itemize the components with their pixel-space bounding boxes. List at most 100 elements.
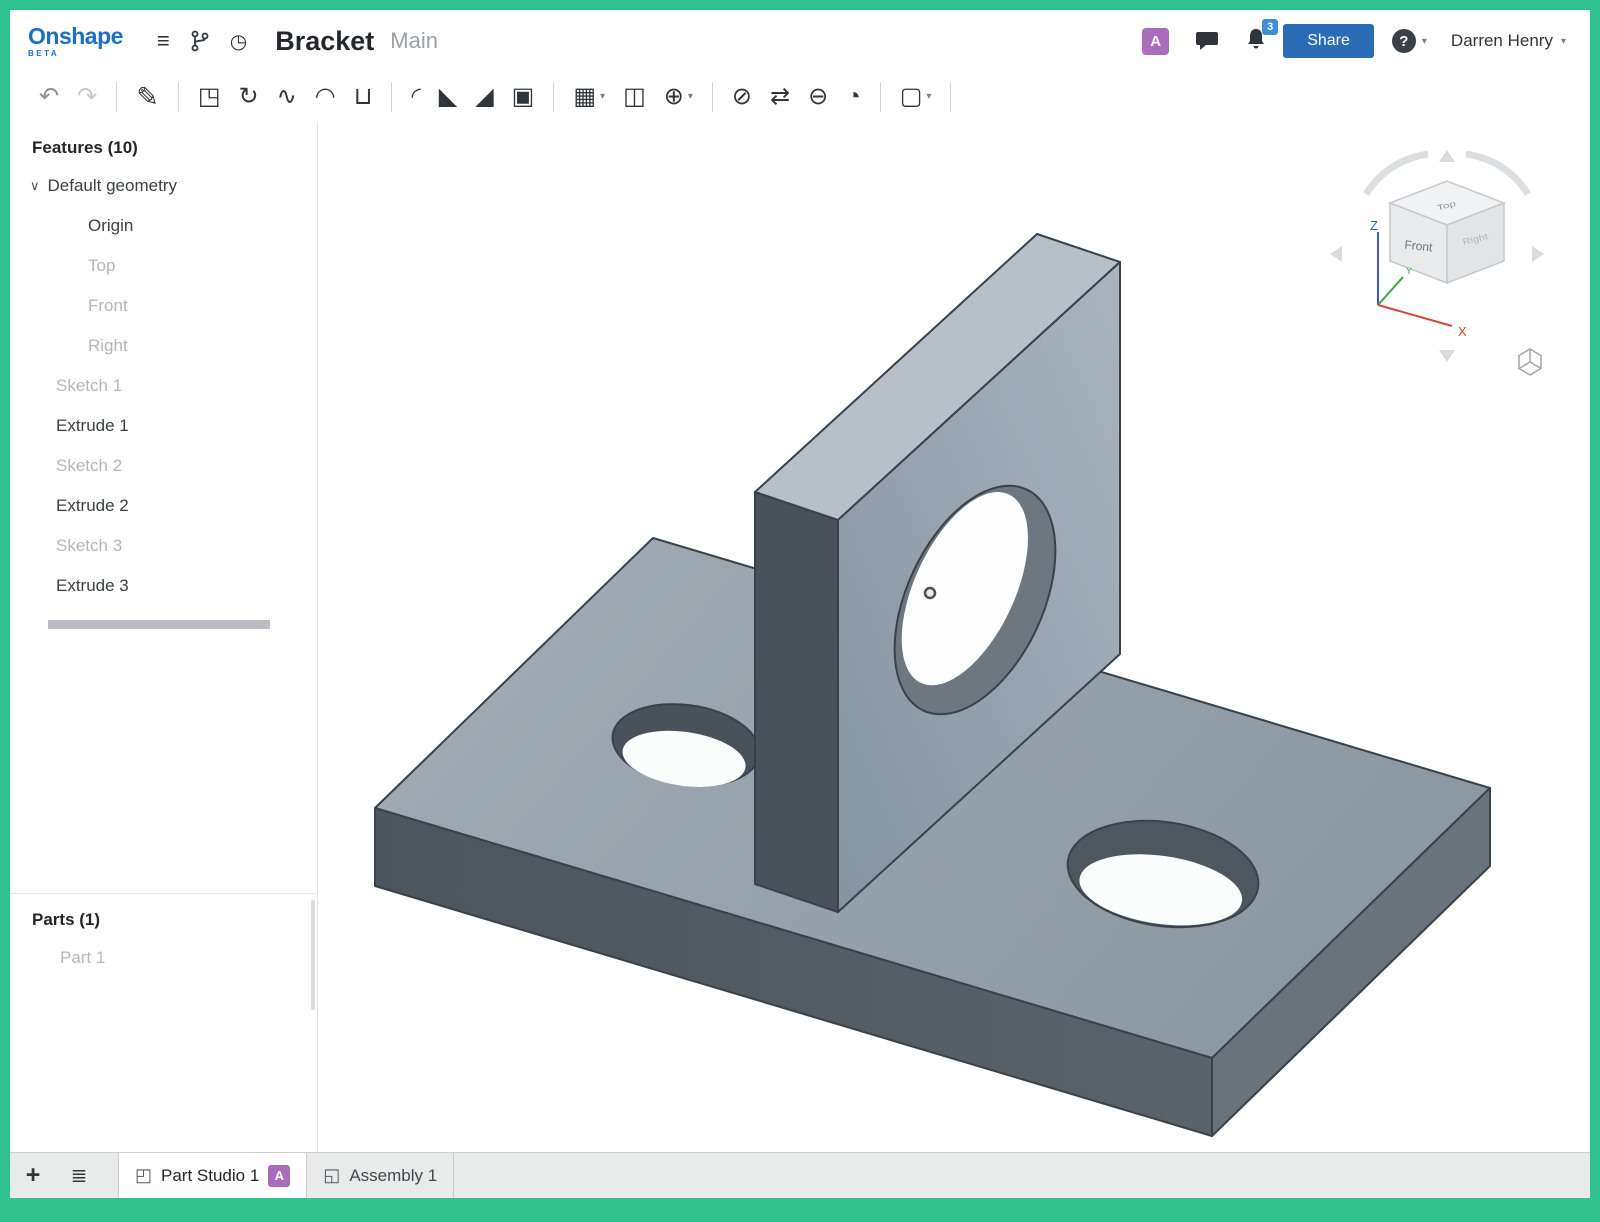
draft-icon: ◢: [475, 85, 493, 109]
bracket-model-canvas[interactable]: Top Front Right Z Y X: [318, 122, 1590, 1152]
tree-item-label: Origin: [88, 216, 133, 236]
modify-fillet-button[interactable]: ◔: [837, 83, 870, 111]
tab-part-studio-1[interactable]: ◰ Part Studio 1 A: [118, 1153, 307, 1198]
share-button[interactable]: Share: [1283, 24, 1374, 58]
redo-button[interactable]: ↷: [68, 83, 106, 111]
tree-item-label: Sketch 1: [56, 376, 122, 396]
tree-item-label: Extrude 2: [56, 496, 129, 516]
shell-button[interactable]: ▣: [503, 83, 544, 111]
rollback-bar[interactable]: [48, 620, 270, 629]
document-title: Bracket: [275, 26, 374, 57]
view-cube-front-label: Front: [1404, 238, 1434, 255]
comment-button[interactable]: [1185, 26, 1229, 56]
tree-item-label: Extrude 3: [56, 576, 129, 596]
insert-icon: ▢: [900, 85, 923, 109]
delete-part-button[interactable]: ⊖: [799, 83, 837, 111]
toolbar-separator: [712, 82, 713, 112]
parts-item-part-1[interactable]: Part 1: [10, 938, 317, 978]
tree-item-front-plane[interactable]: Front: [10, 286, 317, 326]
tree-item-label: Front: [88, 296, 128, 316]
draft-button[interactable]: ◢: [466, 83, 502, 111]
toolbar-separator: [880, 82, 881, 112]
transform-button[interactable]: ⇄: [761, 83, 799, 111]
user-menu[interactable]: Darren Henry ▾: [1445, 30, 1572, 52]
y-axis-label: Y: [1406, 266, 1412, 276]
x-axis-label: X: [1458, 324, 1467, 339]
boolean-dropdown-caret: ▾: [688, 92, 693, 102]
plus-icon: +: [26, 1161, 41, 1190]
tree-item-default-geometry[interactable]: ∨ Default geometry: [10, 166, 317, 206]
user-caret-icon: ▾: [1561, 36, 1566, 47]
chamfer-button[interactable]: ◣: [430, 83, 466, 111]
insert-button[interactable]: ▢ ▾: [891, 83, 941, 111]
avatar[interactable]: A: [1142, 28, 1169, 55]
split-button[interactable]: ⊘: [723, 83, 761, 111]
versions-button[interactable]: [180, 26, 220, 56]
tree-item-label: Sketch 3: [56, 536, 122, 556]
tree-item-extrude-1[interactable]: Extrude 1: [10, 406, 317, 446]
tree-item-sketch-1[interactable]: Sketch 1: [10, 366, 317, 406]
tree-item-label: Default geometry: [48, 176, 177, 196]
main-content: Features (10) ∨ Default geometry Origin …: [10, 122, 1590, 1152]
tree-item-label: Sketch 2: [56, 456, 122, 476]
tab-manager-button[interactable]: ≣: [56, 1153, 102, 1198]
features-header: Features (10): [10, 138, 317, 166]
workspace-name: Main: [390, 28, 438, 54]
toolbar-separator: [950, 82, 951, 112]
redo-icon: ↷: [77, 85, 97, 109]
notifications-button[interactable]: 3: [1245, 27, 1267, 56]
tree-item-extrude-2[interactable]: Extrude 2: [10, 486, 317, 526]
model-viewport[interactable]: Top Front Right Z Y X: [318, 122, 1590, 1152]
tree-item-origin[interactable]: Origin: [10, 206, 317, 246]
tree-item-label: Right: [88, 336, 128, 356]
onshape-logo[interactable]: Onshape BETA: [28, 25, 123, 58]
bottom-tab-bar: + ≣ ◰ Part Studio 1 A ◱ Assembly 1: [10, 1152, 1590, 1198]
fillet-icon: ◜: [411, 85, 420, 109]
modify-fillet-icon: ◔: [846, 85, 861, 109]
help-icon: ?: [1392, 29, 1416, 53]
tree-item-right-plane[interactable]: Right: [10, 326, 317, 366]
parts-section: Parts (1) Part 1: [10, 893, 317, 978]
tab-assembly-1[interactable]: ◱ Assembly 1: [307, 1153, 454, 1198]
toolbar-separator: [178, 82, 179, 112]
tree-item-top-plane[interactable]: Top: [10, 246, 317, 286]
main-menu-button[interactable]: ≡: [147, 24, 180, 58]
sweep-button[interactable]: ∿: [268, 83, 306, 111]
fillet-button[interactable]: ◜: [402, 83, 429, 111]
revolve-icon: ↻: [239, 85, 259, 109]
extrude-icon: ◳: [198, 85, 221, 109]
chamfer-icon: ◣: [439, 85, 457, 109]
linear-pattern-icon: ▦: [573, 85, 596, 109]
iso-view-button[interactable]: [1519, 349, 1541, 375]
tree-item-extrude-3[interactable]: Extrude 3: [10, 566, 317, 606]
tree-item-sketch-3[interactable]: Sketch 3: [10, 526, 317, 566]
thicken-icon: ⊔: [354, 85, 373, 109]
part-item-label: Part 1: [60, 948, 105, 968]
pattern-dropdown-caret: ▾: [600, 92, 605, 102]
tab-list-icon: ≣: [71, 1163, 88, 1188]
panel-scrollbar[interactable]: [311, 900, 315, 1010]
revolve-button[interactable]: ↻: [230, 83, 268, 111]
origin-marker: [925, 588, 935, 598]
undo-button[interactable]: ↶: [30, 83, 68, 111]
history-button[interactable]: ◷: [220, 25, 257, 58]
plate-left-face: [755, 492, 838, 912]
view-cube[interactable]: Top Front Right Z Y X: [1330, 150, 1544, 375]
logo-beta-label: BETA: [28, 50, 123, 58]
add-tab-button[interactable]: +: [10, 1153, 56, 1198]
clock-icon: ◷: [230, 29, 247, 54]
sketch-button[interactable]: ✎: [127, 82, 168, 113]
top-bar: Onshape BETA ≡ ◷ Bracket Main A 3 Sha: [10, 10, 1590, 72]
thicken-button[interactable]: ⊔: [345, 83, 382, 111]
bracket-model[interactable]: [375, 234, 1490, 1136]
tree-item-sketch-2[interactable]: Sketch 2: [10, 446, 317, 486]
help-button[interactable]: ? ▾: [1390, 27, 1429, 55]
mirror-button[interactable]: ◫: [614, 83, 655, 111]
extrude-button[interactable]: ◳: [189, 83, 230, 111]
boolean-button[interactable]: ⊕ ▾: [655, 83, 702, 111]
linear-pattern-button[interactable]: ▦ ▾: [564, 83, 614, 111]
sweep-icon: ∿: [277, 85, 297, 109]
part-studio-icon: ◰: [135, 1165, 152, 1186]
undo-icon: ↶: [39, 85, 59, 109]
loft-button[interactable]: ◠: [306, 83, 345, 111]
